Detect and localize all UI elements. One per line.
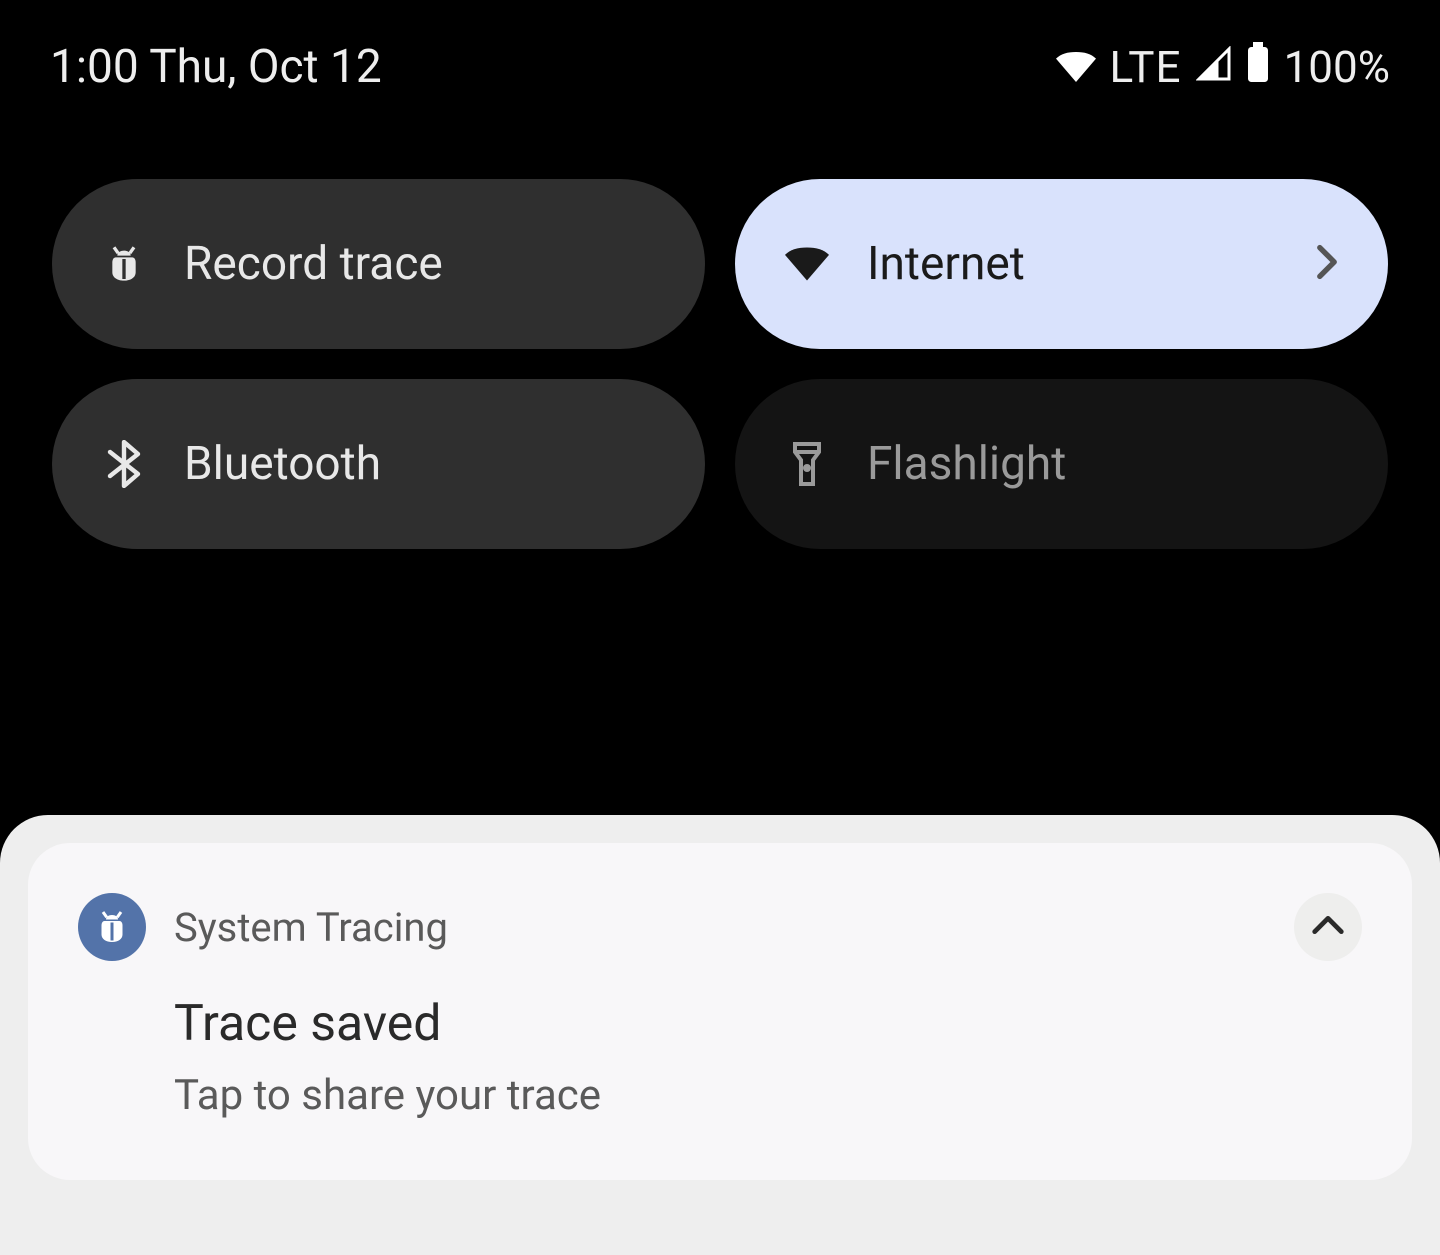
wifi-icon [1056, 41, 1096, 93]
bluetooth-label: Bluetooth [184, 437, 655, 491]
battery-icon [1246, 41, 1270, 93]
chevron-right-icon [1316, 244, 1338, 284]
notification-header: System Tracing [78, 893, 1362, 961]
notification-shade: System Tracing Trace saved Tap to share … [0, 815, 1440, 1255]
battery-percentage: 100% [1284, 41, 1390, 93]
notification-body: Trace saved Tap to share your trace [174, 995, 1362, 1120]
flashlight-icon [785, 442, 829, 486]
status-bar: 1:00 Thu, Oct 12 LTE 100% [0, 0, 1440, 114]
chevron-up-icon [1311, 915, 1345, 939]
bluetooth-icon [102, 442, 146, 486]
bluetooth-tile[interactable]: Bluetooth [52, 379, 705, 549]
bug-icon [102, 242, 146, 286]
record-trace-tile[interactable]: Record trace [52, 179, 705, 349]
status-right: LTE 100% [1056, 41, 1390, 93]
notification-app-icon [78, 893, 146, 961]
internet-tile[interactable]: Internet [735, 179, 1388, 349]
flashlight-label: Flashlight [867, 437, 1338, 491]
collapse-button[interactable] [1294, 893, 1362, 961]
internet-label: Internet [867, 237, 1316, 291]
flashlight-tile[interactable]: Flashlight [735, 379, 1388, 549]
notification-app-name: System Tracing [174, 904, 1266, 951]
notification-text: Tap to share your trace [174, 1071, 1362, 1120]
wifi-icon [785, 242, 829, 286]
notification-card[interactable]: System Tracing Trace saved Tap to share … [28, 843, 1412, 1180]
quick-settings-tiles: Record trace Internet Bluetooth [0, 114, 1440, 549]
notification-title: Trace saved [174, 995, 1362, 1053]
network-label: LTE [1110, 41, 1182, 93]
status-time-date: 1:00 Thu, Oct 12 [50, 40, 382, 94]
record-trace-label: Record trace [184, 237, 655, 291]
signal-icon [1196, 41, 1232, 93]
